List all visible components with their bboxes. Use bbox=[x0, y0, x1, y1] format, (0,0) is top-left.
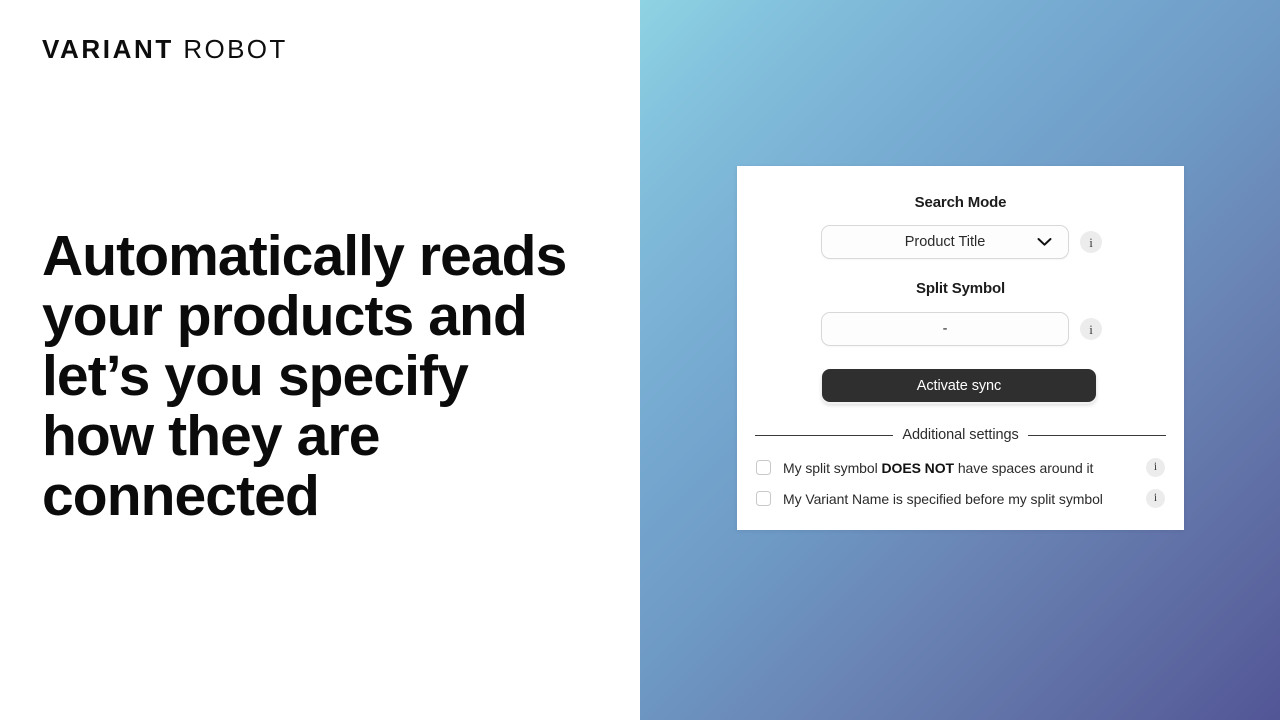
additional-settings-label: Additional settings bbox=[902, 427, 1019, 443]
label-part-before: My split symbol bbox=[783, 459, 882, 476]
split-symbol-label: Split Symbol bbox=[915, 280, 1006, 297]
divider-line-right bbox=[1027, 434, 1166, 436]
split-symbol-input[interactable]: - bbox=[821, 312, 1069, 346]
search-mode-label-row: Search Mode bbox=[755, 194, 1166, 211]
divider-line-left bbox=[755, 434, 894, 436]
checkbox-variant-name-first-label: My Variant Name is specified before my s… bbox=[783, 490, 1103, 507]
brand-name-primary: VARIANT bbox=[42, 34, 174, 64]
split-symbol-label-row: Split Symbol bbox=[755, 280, 1166, 297]
label-part-bold: DOES NOT bbox=[881, 459, 955, 476]
checkbox-no-spaces[interactable] bbox=[756, 460, 771, 475]
brand-name-secondary bbox=[174, 34, 184, 64]
split-symbol-value: - bbox=[942, 321, 948, 337]
left-content-panel: VARIANT ROBOT Automatically reads your p… bbox=[0, 0, 640, 720]
activate-sync-button[interactable]: Activate sync bbox=[822, 369, 1096, 402]
setting-row-no-spaces: My split symbol DOES NOT have spaces aro… bbox=[756, 458, 1165, 477]
split-symbol-info-icon[interactable]: i bbox=[1080, 318, 1102, 340]
checkbox-variant-name-first[interactable] bbox=[756, 491, 771, 506]
search-mode-dropdown[interactable]: Product Title bbox=[821, 225, 1069, 259]
setting-row-variant-name-first: My Variant Name is specified before my s… bbox=[756, 489, 1165, 508]
split-symbol-field-row: - i bbox=[821, 312, 1102, 346]
landing-page: VARIANT ROBOT Automatically reads your p… bbox=[0, 0, 1280, 720]
checkbox-no-spaces-label: My split symbol DOES NOT have spaces aro… bbox=[783, 460, 1093, 476]
search-mode-value: Product Title bbox=[904, 234, 986, 250]
gradient-background-panel: Search Mode Product Title i Split Symbol… bbox=[640, 0, 1280, 720]
chevron-down-icon bbox=[1037, 238, 1052, 246]
label-part-after: have spaces around it bbox=[954, 459, 1094, 476]
variant-name-first-info-icon[interactable]: i bbox=[1146, 489, 1165, 508]
search-mode-info-icon[interactable]: i bbox=[1080, 231, 1102, 253]
brand-name-suffix: ROBOT bbox=[183, 34, 288, 64]
settings-card: Search Mode Product Title i Split Symbol… bbox=[737, 166, 1184, 530]
additional-settings-divider: Additional settings bbox=[755, 427, 1166, 443]
brand-logo: VARIANT ROBOT bbox=[42, 34, 288, 64]
page-headline: Automatically reads your products and le… bbox=[42, 224, 567, 528]
no-spaces-info-icon[interactable]: i bbox=[1146, 458, 1165, 477]
search-mode-field-row: Product Title i bbox=[821, 225, 1102, 259]
search-mode-label: Search Mode bbox=[914, 194, 1007, 211]
